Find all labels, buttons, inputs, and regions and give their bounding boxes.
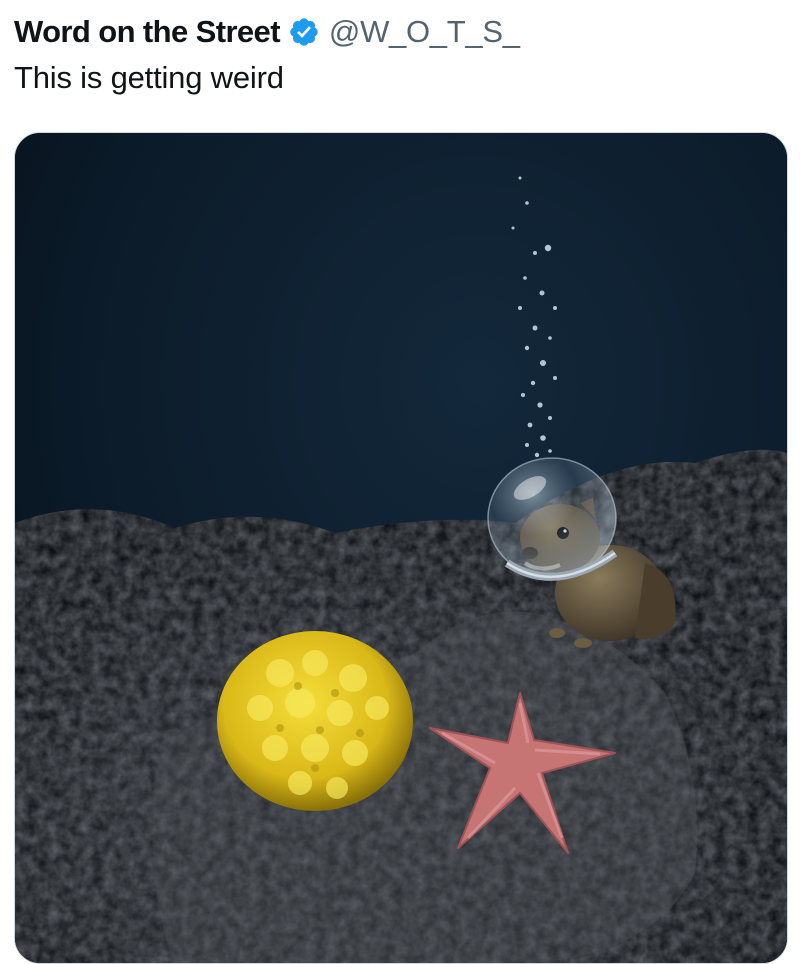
author-name[interactable]: Word on the Street [14, 14, 281, 50]
tweet-header: Word on the Street @W_O_T_S_ [14, 12, 520, 52]
author-handle[interactable]: @W_O_T_S_ [329, 14, 520, 50]
underwater-squirrel-image [15, 133, 787, 963]
yellow-sea-sponge [217, 631, 413, 811]
tweet-text: This is getting weird [14, 60, 284, 95]
tweet-media-image[interactable] [14, 132, 788, 964]
bubble-helmet [487, 457, 618, 581]
verified-badge-icon [290, 18, 318, 46]
